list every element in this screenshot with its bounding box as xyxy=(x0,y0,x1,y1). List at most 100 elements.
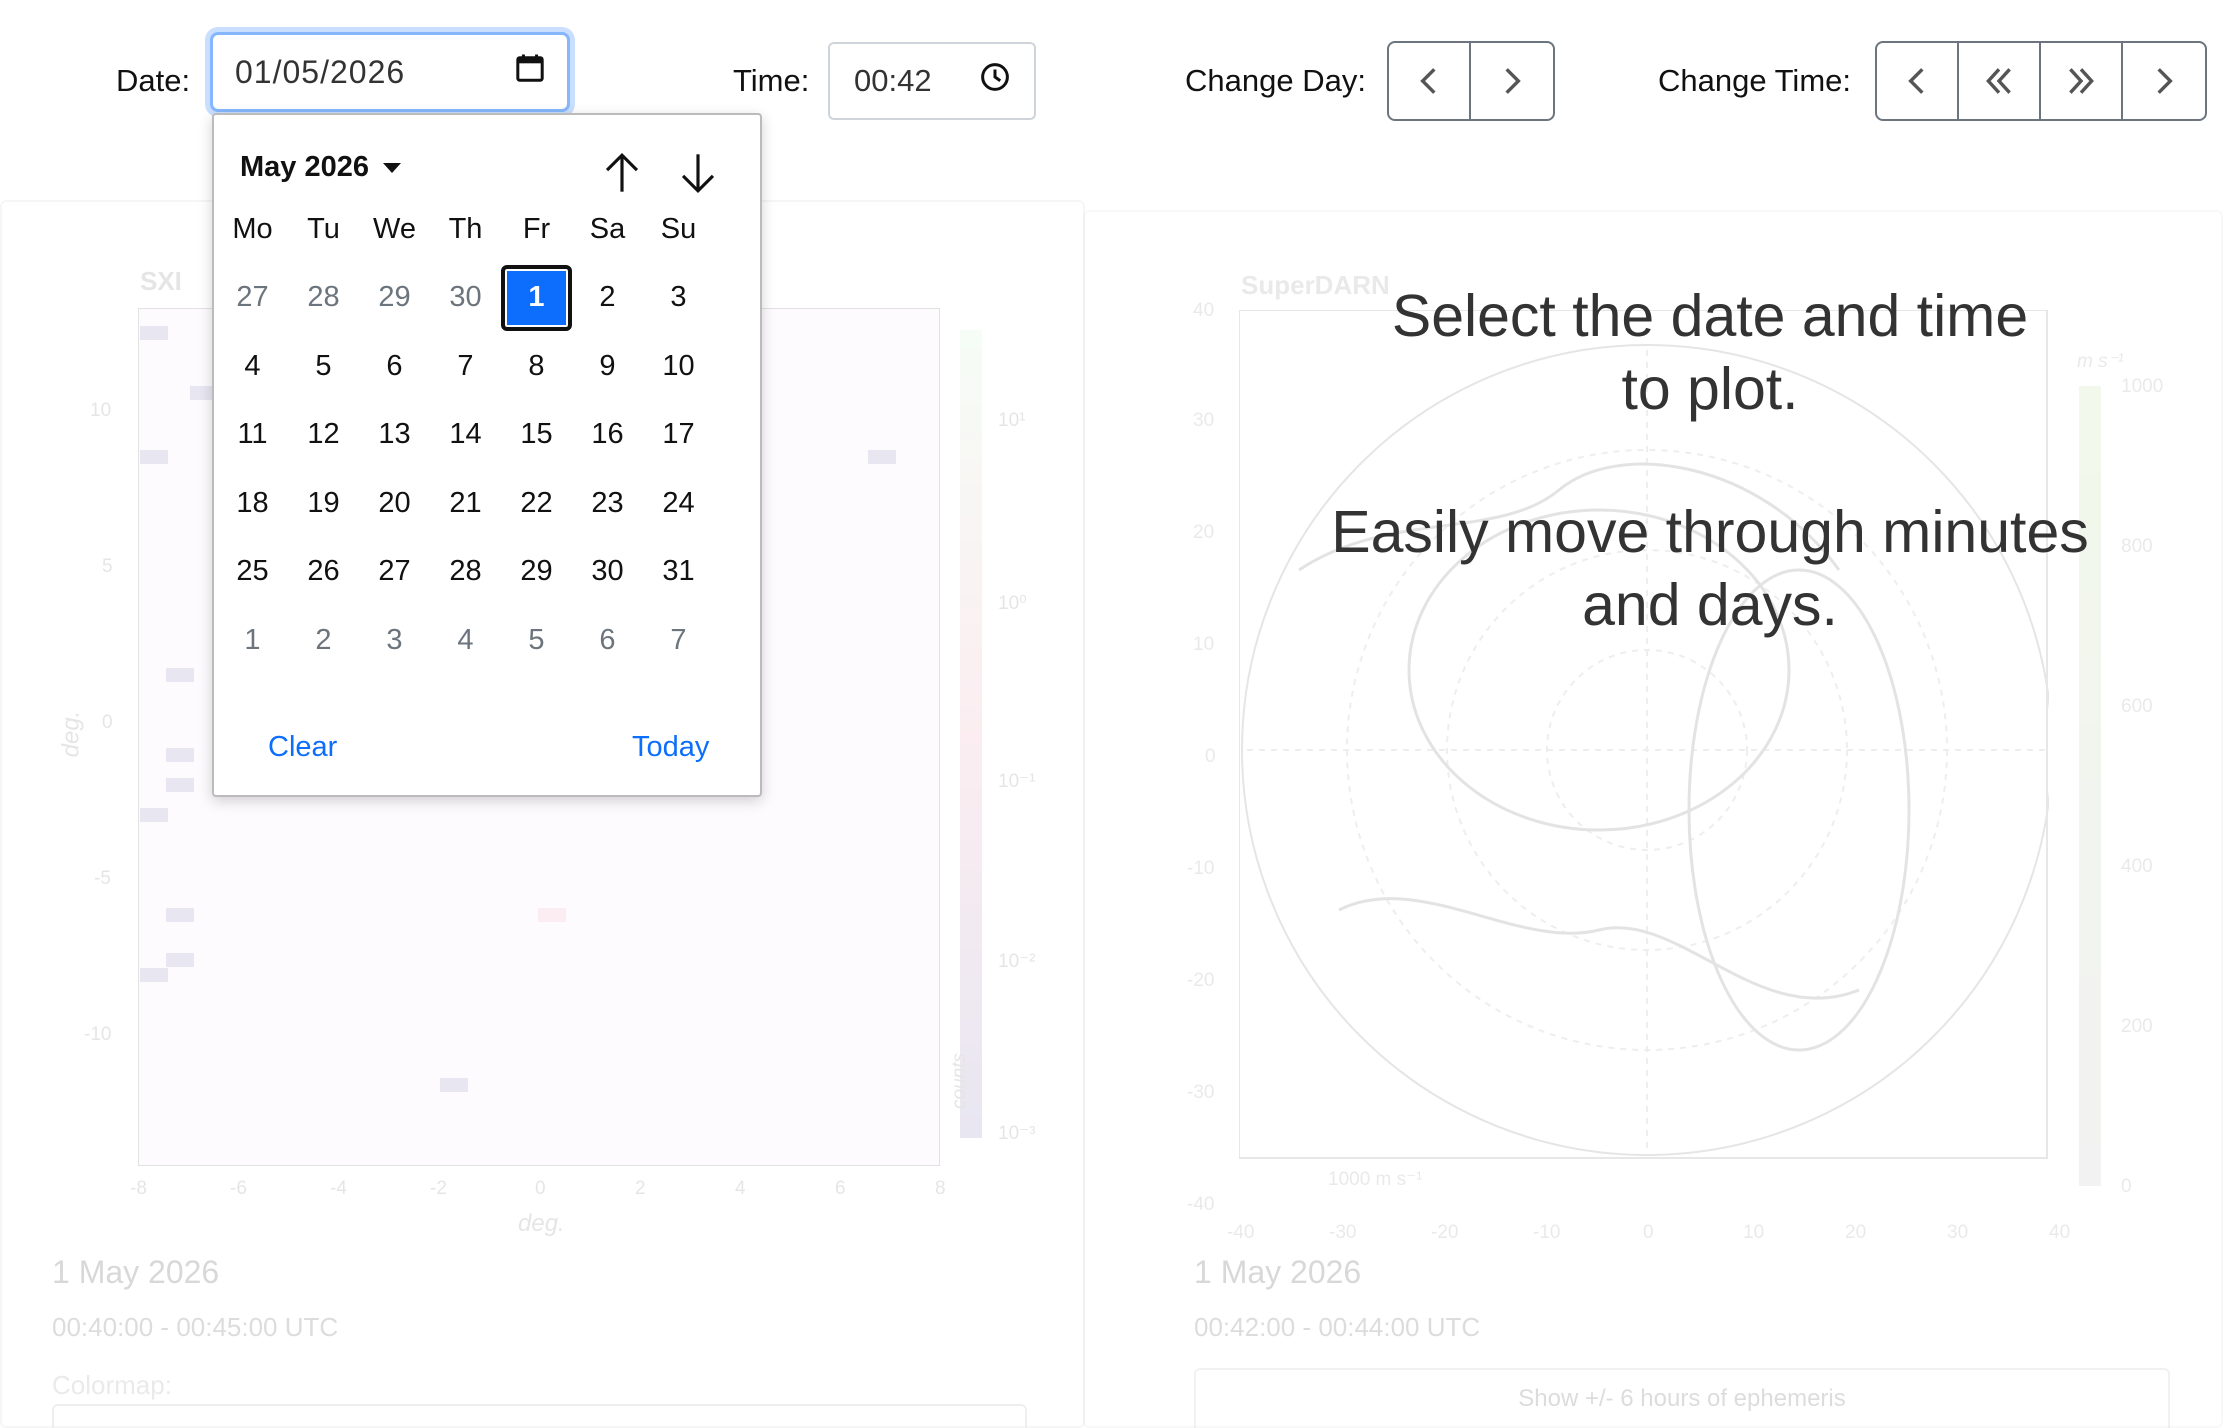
calendar-day[interactable]: 27 xyxy=(359,539,430,605)
calendar-day[interactable]: 16 xyxy=(572,402,643,468)
calendar-day[interactable]: 20 xyxy=(359,470,430,536)
calendar-day[interactable]: 12 xyxy=(288,402,359,468)
change-time-buttons xyxy=(1875,41,2207,121)
calendar-day[interactable]: 3 xyxy=(643,265,714,331)
calendar-day[interactable]: 2 xyxy=(572,265,643,331)
calendar-week-row: 18 19 20 21 22 23 24 xyxy=(217,469,714,538)
clear-button[interactable]: Clear xyxy=(268,731,337,764)
calendar-day[interactable]: 15 xyxy=(501,402,572,468)
colorbar-label: counts xyxy=(948,1053,970,1109)
message-line-3: Easily move through minutes xyxy=(1331,499,2089,565)
calendar-day[interactable]: 7 xyxy=(430,333,501,399)
calendar-day-selected[interactable]: 1 xyxy=(501,264,572,331)
x-tick: -6 xyxy=(230,1178,247,1199)
calendar-day[interactable]: 4 xyxy=(217,333,288,399)
previous-time-button[interactable] xyxy=(1877,43,1959,119)
y-tick: -10 xyxy=(1187,858,1215,879)
colormap-label[interactable]: Colormap: xyxy=(52,1370,172,1401)
fast-rewind-time-button[interactable] xyxy=(1959,43,2041,119)
x-tick: 40 xyxy=(2049,1222,2071,1243)
calendar-day[interactable]: 4 xyxy=(430,607,501,673)
calendar-day[interactable]: 10 xyxy=(643,333,714,399)
calendar-day[interactable]: 21 xyxy=(430,470,501,536)
date-input-value: 01/05/2026 xyxy=(235,53,406,90)
y-tick: 0 xyxy=(102,712,113,733)
calendar-day[interactable]: 27 xyxy=(217,265,288,331)
message-line-1: Select the date and time xyxy=(1391,283,2029,349)
previous-month-button[interactable] xyxy=(594,145,650,201)
double-chevron-right-icon xyxy=(2069,68,2094,94)
calendar-day[interactable]: 28 xyxy=(288,265,359,331)
x-tick: -4 xyxy=(330,1178,347,1199)
colormap-select[interactable] xyxy=(52,1404,1027,1428)
calendar-day[interactable]: 5 xyxy=(501,607,572,673)
calendar-day[interactable]: 2 xyxy=(288,607,359,673)
date-input[interactable]: 01/05/2026 xyxy=(210,32,570,112)
x-tick: -40 xyxy=(1227,1222,1255,1243)
next-month-button[interactable] xyxy=(670,145,726,201)
vector-legend: 1000 m s⁻¹ xyxy=(1328,1169,1423,1190)
fast-forward-time-button[interactable] xyxy=(2041,43,2123,119)
calendar-day[interactable]: 24 xyxy=(643,470,714,536)
calendar-day[interactable]: 6 xyxy=(359,333,430,399)
calendar-day[interactable]: 6 xyxy=(572,607,643,673)
calendar-day[interactable]: 26 xyxy=(288,539,359,605)
y-tick: 10 xyxy=(90,400,112,421)
left-plot-title: SXI xyxy=(140,266,182,296)
previous-day-button[interactable] xyxy=(1389,43,1471,119)
weekday-header: Mo Tu We Th Fr Sa Su xyxy=(217,195,714,264)
calendar-week-row: 25 26 27 28 29 30 31 xyxy=(217,538,714,607)
calendar-day[interactable]: 13 xyxy=(359,402,430,468)
x-tick: 0 xyxy=(1643,1222,1654,1243)
x-tick: 8 xyxy=(935,1178,946,1199)
chevron-left-icon xyxy=(1420,68,1436,94)
change-time-label: Change Time: xyxy=(1658,63,1851,98)
colorbar-tick: 400 xyxy=(2121,856,2153,877)
calendar-icon[interactable] xyxy=(515,53,545,91)
calendar-day[interactable]: 5 xyxy=(288,333,359,399)
calendar-day[interactable]: 19 xyxy=(288,470,359,536)
ephemeris-button[interactable]: Show +/- 6 hours of ephemeris xyxy=(1194,1368,2170,1428)
y-tick: -10 xyxy=(84,1024,112,1045)
x-tick: 2 xyxy=(635,1178,646,1199)
next-day-button[interactable] xyxy=(1471,43,1553,119)
calendar-day[interactable]: 22 xyxy=(501,470,572,536)
x-tick: 20 xyxy=(1845,1222,1867,1243)
x-tick: 30 xyxy=(1947,1222,1969,1243)
calendar-day[interactable]: 17 xyxy=(643,402,714,468)
message-line-2: to plot. xyxy=(1621,356,1799,422)
calendar-day[interactable]: 28 xyxy=(430,539,501,605)
calendar-day[interactable]: 29 xyxy=(501,539,572,605)
calendar-day[interactable]: 31 xyxy=(643,539,714,605)
calendar-day[interactable]: 23 xyxy=(572,470,643,536)
weekday-label: We xyxy=(373,212,416,245)
weekday-label: Mo xyxy=(232,212,273,245)
today-button[interactable]: Today xyxy=(632,731,709,764)
weekday-label: Su xyxy=(660,212,697,245)
caret-down-icon xyxy=(383,162,401,173)
calendar-day[interactable]: 18 xyxy=(217,470,288,536)
right-plot-time-range: 00:42:00 - 00:44:00 UTC xyxy=(1194,1312,1481,1342)
time-input[interactable]: 00:42 xyxy=(828,42,1036,120)
calendar-day[interactable]: 14 xyxy=(430,402,501,468)
calendar-day[interactable]: 8 xyxy=(501,333,572,399)
next-time-button[interactable] xyxy=(2123,43,2205,119)
calendar-day[interactable]: 11 xyxy=(217,402,288,468)
message-line-4: and days. xyxy=(1582,572,1838,638)
month-year-selector[interactable]: May 2026 xyxy=(240,151,401,184)
x-tick: -20 xyxy=(1431,1222,1459,1243)
clock-icon[interactable] xyxy=(980,62,1010,100)
calendar-day[interactable]: 29 xyxy=(359,265,430,331)
arrow-up-icon xyxy=(605,152,639,192)
calendar-day[interactable]: 9 xyxy=(572,333,643,399)
calendar-day[interactable]: 7 xyxy=(643,607,714,673)
time-input-value: 00:42 xyxy=(854,63,932,98)
calendar-day[interactable]: 3 xyxy=(359,607,430,673)
calendar-day[interactable]: 30 xyxy=(572,539,643,605)
calendar-week-row: 27 28 29 30 1 2 3 xyxy=(217,264,714,333)
calendar-day[interactable]: 1 xyxy=(217,607,288,673)
calendar-day[interactable]: 25 xyxy=(217,539,288,605)
calendar-day[interactable]: 30 xyxy=(430,265,501,331)
x-tick: 10 xyxy=(1743,1222,1765,1243)
y-tick: -40 xyxy=(1187,1194,1215,1215)
